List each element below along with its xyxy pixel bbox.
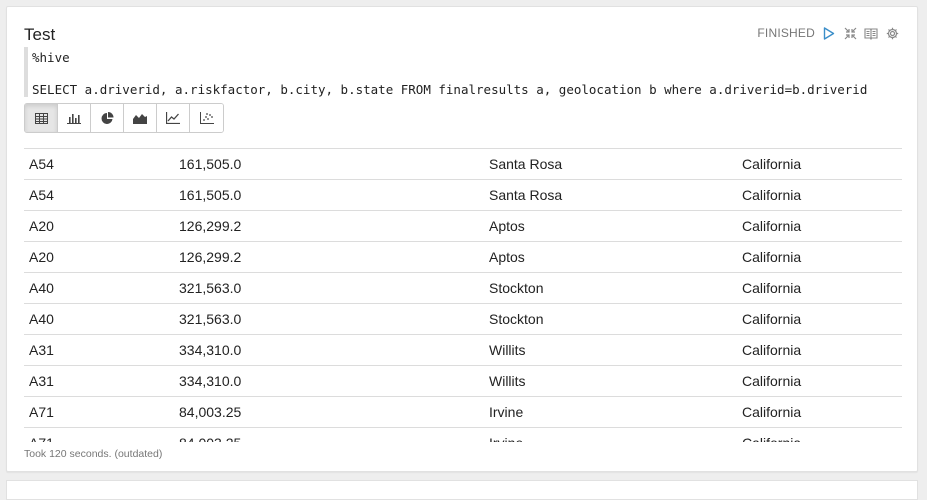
collapse-icon[interactable] <box>843 26 857 40</box>
city-cell: Stockton <box>484 272 737 304</box>
city-cell: Santa Rosa <box>484 179 737 211</box>
driver-id-cell: A31 <box>24 365 174 397</box>
run-icon[interactable] <box>822 26 836 40</box>
book-icon[interactable] <box>864 26 878 40</box>
city-cell: Willits <box>484 334 737 366</box>
risk-factor-cell: 84,003.25 <box>174 396 484 428</box>
risk-factor-cell: 126,299.2 <box>174 241 484 273</box>
city-cell: Irvine <box>484 396 737 428</box>
table-row: A31 334,310.0 Willits California <box>24 334 902 366</box>
table-row: A54 161,505.0 Santa Rosa California <box>24 179 902 211</box>
line-chart-icon <box>166 112 180 124</box>
table-row: A54 161,505.0 Santa Rosa California <box>24 148 902 180</box>
gear-icon[interactable] <box>885 26 899 40</box>
risk-factor-cell: 161,505.0 <box>174 148 484 180</box>
risk-factor-cell: 321,563.0 <box>174 303 484 335</box>
state-cell: California <box>737 396 902 428</box>
driver-id-cell: A40 <box>24 272 174 304</box>
risk-factor-cell: 84,003.25 <box>174 427 484 442</box>
state-cell: California <box>737 303 902 335</box>
table-row: A20 126,299.2 Aptos California <box>24 241 902 273</box>
table-row: A7184,003.25IrvineCalifornia <box>24 427 902 442</box>
driver-id-cell: A31 <box>24 334 174 366</box>
state-cell: California <box>737 334 902 366</box>
state-cell: California <box>737 365 902 397</box>
table-row: A40 321,563.0 Stockton California <box>24 272 902 304</box>
paragraph-controls: FINISHED <box>757 26 899 40</box>
risk-factor-cell: 126,299.2 <box>174 210 484 242</box>
scatter-chart-icon <box>199 112 214 124</box>
state-cell: California <box>737 179 902 211</box>
state-cell: California <box>737 241 902 273</box>
table-row: A31 334,310.0 Willits California <box>24 365 902 397</box>
status-label: FINISHED <box>757 26 815 40</box>
code-line-query[interactable]: SELECT a.driverid, a.riskfactor, b.city,… <box>32 82 867 97</box>
paragraph-title[interactable]: Test <box>24 25 55 45</box>
driver-id-cell: A20 <box>24 210 174 242</box>
state-cell: California <box>737 210 902 242</box>
city-cell: Aptos <box>484 210 737 242</box>
execution-time-note: Took 120 seconds. (outdated) <box>24 448 163 460</box>
city-cell: Stockton <box>484 303 737 335</box>
area-chart-button[interactable] <box>124 104 157 132</box>
table-row: A20 126,299.2 Aptos California <box>24 210 902 242</box>
driver-id-cell: A54 <box>24 148 174 180</box>
driver-id-cell: A20 <box>24 241 174 273</box>
risk-factor-cell: 321,563.0 <box>174 272 484 304</box>
city-cell: Willits <box>484 365 737 397</box>
driver-id-cell: A54 <box>24 179 174 211</box>
bar-chart-button[interactable] <box>58 104 91 132</box>
result-table: A54 161,505.0 Santa Rosa California A54 161,5… <box>24 148 902 442</box>
notebook-paragraph: Test FINISHED %hive SELECT a.driverid, a… <box>6 6 918 472</box>
risk-factor-cell: 334,310.0 <box>174 334 484 366</box>
state-cell: California <box>737 148 902 180</box>
risk-factor-cell: 161,505.0 <box>174 179 484 211</box>
state-cell: California <box>737 272 902 304</box>
city-cell: Aptos <box>484 241 737 273</box>
result-table-container[interactable]: A54 161,505.0 Santa Rosa California A54 161,5… <box>24 148 902 442</box>
city-cell: Irvine <box>484 427 737 442</box>
code-line-interpreter[interactable]: %hive <box>32 50 70 65</box>
table-row: A40 321,563.0 Stockton California <box>24 303 902 335</box>
line-chart-button[interactable] <box>157 104 190 132</box>
risk-factor-cell: 334,310.0 <box>174 365 484 397</box>
code-editor[interactable]: %hive SELECT a.driverid, a.riskfactor, b… <box>24 47 888 97</box>
table-view-button[interactable] <box>25 104 58 132</box>
table-icon <box>34 112 48 124</box>
city-cell: Santa Rosa <box>484 148 737 180</box>
bar-chart-icon <box>67 114 81 124</box>
table-row: A7184,003.25IrvineCalifornia <box>24 396 902 428</box>
next-paragraph <box>6 480 918 500</box>
visualization-toolbar <box>24 103 224 133</box>
area-chart-icon <box>133 114 147 124</box>
pie-chart-icon <box>101 111 113 124</box>
driver-id-cell: A40 <box>24 303 174 335</box>
driver-id-cell: A71 <box>24 396 174 428</box>
pie-chart-button[interactable] <box>91 104 124 132</box>
driver-id-cell: A71 <box>24 427 174 442</box>
scatter-chart-button[interactable] <box>190 104 223 132</box>
state-cell: California <box>737 427 902 442</box>
